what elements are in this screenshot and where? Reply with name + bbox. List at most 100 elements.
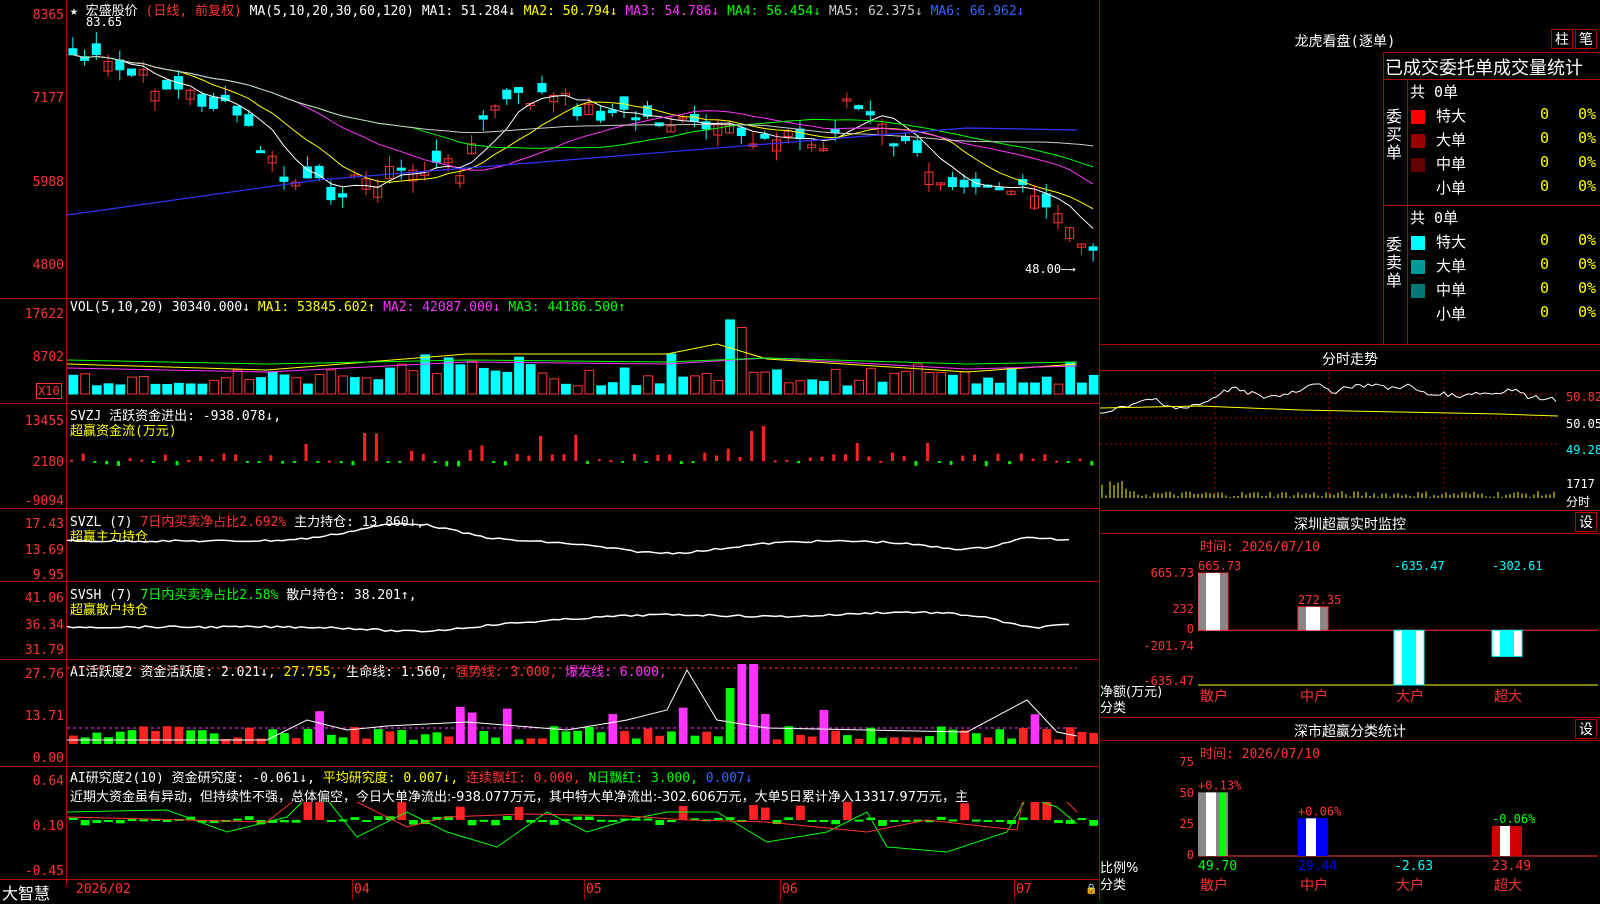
candle-body (502, 89, 512, 100)
activity-bar (385, 731, 395, 744)
monitor-settings-button[interactable]: 设 (1575, 512, 1597, 532)
research-bar (127, 819, 137, 822)
intraday-chart[interactable] (1100, 372, 1565, 509)
activity-bar (1007, 738, 1016, 744)
vol-ma1: MA1: 53845.602↑ (257, 300, 376, 315)
svsh-chart[interactable] (67, 582, 1099, 659)
price-tick: 8365 (32, 8, 64, 23)
svzl-chart[interactable] (67, 509, 1099, 581)
classify-settings-button[interactable]: 设 (1575, 719, 1597, 739)
fund-flow-bar (808, 457, 812, 461)
research-bar (456, 806, 465, 820)
volume-bar (584, 369, 595, 395)
candle-body (795, 128, 805, 140)
volume-bar (279, 374, 290, 395)
vol-unit-badge[interactable]: X10 (36, 383, 62, 399)
activity-bar (280, 733, 289, 744)
research-bar (936, 816, 946, 820)
svzj-tick: 2180 (32, 455, 64, 470)
order-row-name: 小单 (1436, 179, 1467, 197)
research-bar (244, 816, 254, 820)
volume-bar (654, 383, 665, 395)
candle-body (209, 96, 219, 109)
candle-body (91, 43, 101, 56)
activity-bar (1030, 714, 1040, 744)
fund-flow-bar (292, 461, 296, 463)
activity-bar (174, 726, 184, 744)
candle-body (901, 136, 910, 142)
fund-flow-bar (363, 433, 367, 461)
activity-bar (620, 730, 629, 744)
ai-active-chart[interactable] (67, 660, 1099, 766)
activity-bar (655, 735, 665, 744)
classify-category-label: 超大 (1494, 878, 1522, 894)
bar-mode-button[interactable]: 柱 (1551, 29, 1573, 49)
volume-bar (807, 379, 818, 395)
candlestick-chart[interactable] (67, 20, 1099, 298)
volume-bar (819, 381, 829, 395)
candle-body (619, 96, 629, 110)
candle-body (959, 179, 969, 188)
monitor-tick: 232 (1172, 602, 1194, 616)
intraday-title: 分时走势 (1322, 352, 1378, 368)
classify-bar-chart[interactable]: +0.13% 49.70 散户 +0.06% 29.44 中户 -2.63 大户 -0.06% 2… (1198, 760, 1600, 900)
activity-bar (327, 734, 336, 744)
fund-flow-bar (281, 461, 285, 464)
svsh-tick: 36.34 (24, 618, 64, 633)
svzj-chart[interactable] (67, 404, 1099, 508)
research-bar (1018, 817, 1028, 820)
fund-flow-bar (773, 460, 777, 463)
activity-bar (233, 737, 242, 744)
volume-bar (525, 364, 536, 395)
volume-chart[interactable] (67, 314, 1099, 403)
volume-bar (994, 382, 1005, 395)
order-stats-title[interactable]: 已成交委托单成交量统计 (1385, 54, 1583, 80)
ma-line (72, 54, 1094, 185)
volume-bar (291, 377, 302, 395)
volume-bar (455, 364, 466, 395)
volume-bar (1088, 374, 1099, 395)
research-bar (714, 817, 723, 820)
order-row-name: 大单 (1436, 257, 1467, 275)
activity-bar (115, 731, 125, 744)
tick-mode-button[interactable]: 笔 (1575, 29, 1597, 49)
vol-title: VOL(5,10,20) (70, 300, 164, 315)
chart-mode[interactable]: (日线, 前复权) (146, 4, 242, 19)
candle-body (256, 150, 265, 154)
ai-research-title-row: AI研究度2(10) 资金研究度: -0.061↓, 平均研究度: 0.007↓… (70, 767, 753, 786)
research-bar (139, 819, 149, 822)
divider (1099, 533, 1600, 534)
ai-research-chart[interactable] (67, 802, 1099, 879)
category-swatch (1411, 236, 1425, 250)
fund-flow-bar (832, 454, 836, 461)
ma1-value: MA1: 51.284↓ (421, 4, 516, 19)
research-bar (303, 802, 313, 820)
volume-bar (314, 373, 325, 395)
brand-logo[interactable]: 大智慧 (2, 880, 50, 904)
lock-icon[interactable]: 🔒 (1085, 884, 1097, 895)
activity-bar (162, 726, 172, 744)
candle-body (760, 133, 770, 139)
order-row-v: 0 (1540, 303, 1550, 321)
research-bar (233, 818, 242, 821)
category-swatch (1411, 110, 1425, 124)
classify-title: 深市超赢分类统计 (1294, 724, 1406, 740)
candle-body (947, 177, 957, 188)
fund-flow-bar (750, 431, 754, 461)
activity-bar (878, 737, 887, 744)
order-row-p: 0% (1578, 303, 1597, 321)
intraday-vol-tick: 1717 (1566, 477, 1595, 491)
activity-bar (409, 739, 418, 744)
divider (1099, 740, 1600, 741)
ai-research-e: 0.007↓ (705, 771, 753, 786)
ai-active-tick: 13.71 (24, 709, 64, 724)
fund-flow-bar (1019, 453, 1023, 461)
volume-bar (959, 371, 970, 395)
svzl-tick: 9.95 (32, 568, 64, 583)
research-bar (854, 819, 864, 822)
monitor-value-label: 272.35 (1298, 593, 1341, 607)
monitor-tick: 0 (1186, 622, 1194, 636)
monitor-bar-chart[interactable]: 665.73 散户 272.35 中户 -635.47 大户 -302.61 超大 (1198, 553, 1600, 703)
fund-flow-bar (140, 459, 144, 462)
activity-bar (807, 736, 817, 744)
